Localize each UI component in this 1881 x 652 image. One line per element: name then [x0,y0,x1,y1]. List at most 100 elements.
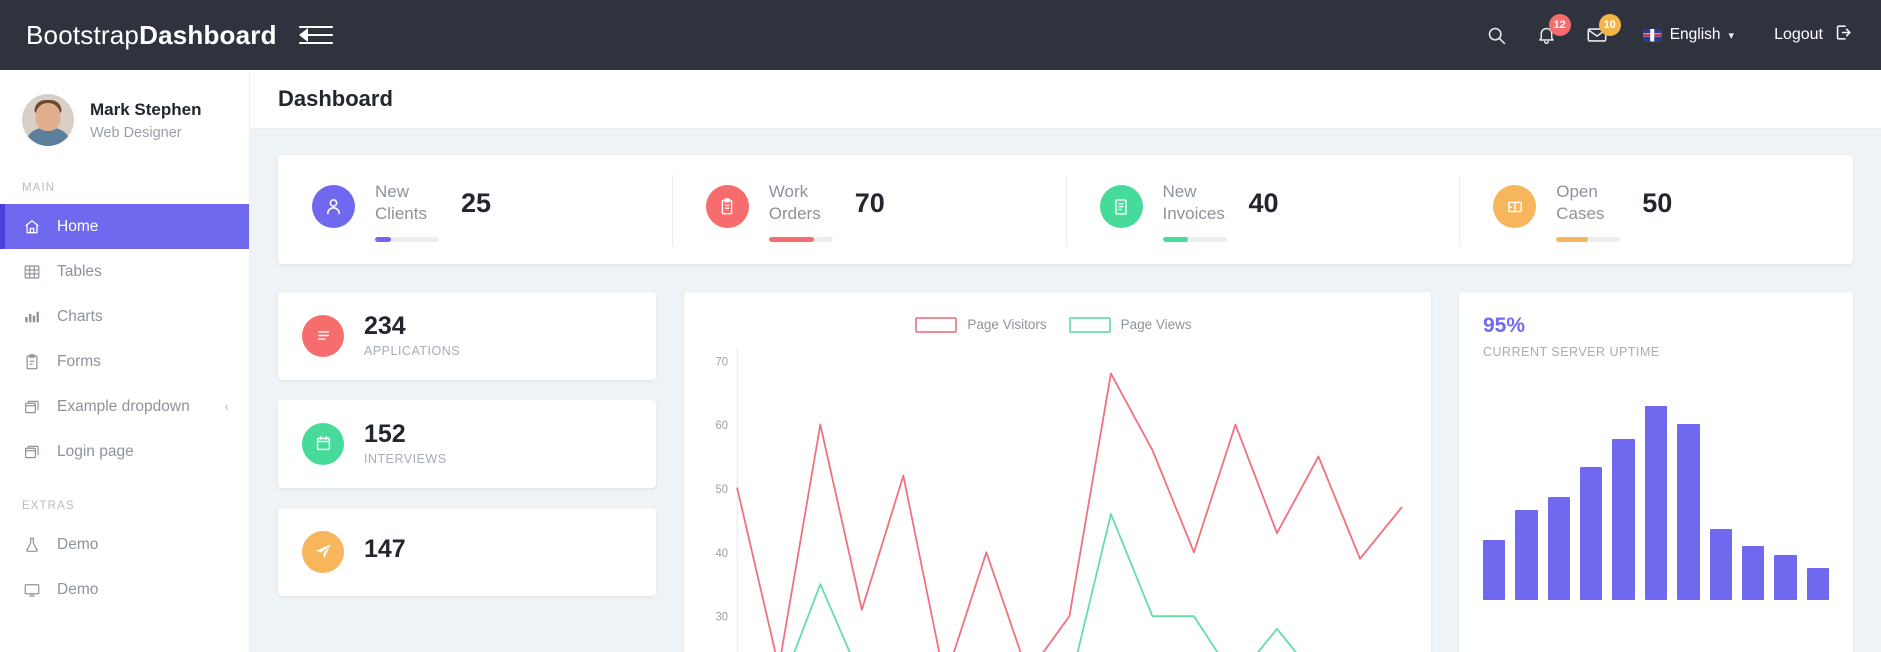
collapse-bar-2 [306,34,333,36]
stat-progress-bar [768,236,833,242]
invoice-icon [1099,185,1143,229]
stat-value: 70 [854,187,885,218]
uptime-bar [1612,438,1635,600]
legend-swatch-visitors [915,316,958,333]
sidebar-item-login-page[interactable]: Login page [0,429,249,474]
sidebar-item-home[interactable]: Home [0,204,249,249]
profile-role: Web Designer [90,124,182,141]
avatar [22,94,74,146]
clipboard-list-icon [705,185,749,229]
search-icon[interactable] [1485,23,1509,47]
sidebar-item-tables[interactable]: Tables [0,249,249,294]
stat-label: Open Cases [1556,182,1605,224]
legend-label: Page Visitors [967,317,1047,333]
paper-plane-icon [302,530,344,573]
uptime-bar [1741,546,1765,600]
legend-item-page-visitors[interactable]: Page Visitors [915,316,1047,333]
svg-text:70: 70 [715,355,727,368]
bell-icon[interactable]: 12 [1535,14,1571,47]
mini-card-interviews[interactable]: 152 INTERVIEWS [278,399,656,488]
language-label: English [1669,26,1721,43]
legend-item-page-views[interactable]: Page Views [1068,316,1192,333]
mini-card-applications[interactable]: 234 APPLICATIONS [278,291,656,380]
uptime-bar [1806,567,1829,600]
user-icon [312,185,355,229]
uptime-bar [1709,528,1732,600]
chevron-left-icon: ‹ [224,399,229,414]
bar-chart-icon [22,307,41,326]
sidebar-section-main-title: MAIN [22,182,56,194]
sidebar-item-example-dropdown[interactable]: Example dropdown ‹ [0,384,249,429]
svg-text:30: 30 [715,610,727,623]
collapse-bar-3 [298,42,333,44]
case-folder-icon [1493,185,1537,229]
uptime-bar [1580,466,1603,600]
sidebar-item-label: Example dropdown [57,397,190,415]
dashboard-content: New Clients 25 Work Orders 70 New Invoic… [250,129,1881,652]
stat-new-clients[interactable]: New Clients 25 [278,181,672,242]
brand-logo-bold: Dashboard [139,19,277,50]
sidebar-item-label: Tables [57,262,102,280]
stat-value: 25 [461,187,492,218]
mini-card-value: 147 [364,535,406,564]
sidebar-item-charts[interactable]: Charts [0,294,249,339]
stat-open-cases[interactable]: Open Cases 50 [1459,175,1853,246]
uptime-bar [1644,406,1668,600]
stat-label: New Clients [375,182,427,224]
logout-icon [1834,23,1853,47]
sidebar-item-label: Home [57,217,99,235]
uptime-column: 95% CURRENT SERVER UPTIME [1459,291,1853,652]
brand-logo-light: Bootstrap [26,19,140,50]
sidebar-item-demo-monitor[interactable]: Demo [0,567,249,612]
sidebar-item-label: Charts [57,307,103,325]
dashboard-lower-row: 234 APPLICATIONS 152 INTERVIEWS 147 Page… [278,291,1853,652]
stat-new-invoices[interactable]: New Invoices 40 [1065,175,1460,246]
monitor-icon [22,580,41,599]
line-chart-column: Page Visitors Page Views 30 40 50 60 70 [684,291,1431,652]
uptime-bar [1677,423,1700,600]
main-area: Dashboard New Clients 25 Work Orders 70 … [250,70,1881,652]
line-chart-plot: 30 40 50 60 70 [698,340,1409,652]
legend-swatch-views [1068,316,1111,333]
stat-progress-bar [1556,236,1621,242]
chevron-down-icon: ▾ [1728,29,1735,42]
language-selector[interactable]: English ▾ [1642,26,1735,44]
legend-label: Page Views [1120,317,1192,333]
sidebar: Mark Stephen Web Designer MAIN Home Tabl… [0,70,250,652]
stat-value: 40 [1248,187,1279,218]
stat-progress-bar [1162,236,1227,242]
uptime-caption: CURRENT SERVER UPTIME [1483,344,1660,359]
sidebar-item-label: Demo [57,580,99,598]
uptime-bar [1483,539,1506,600]
sidebar-profile[interactable]: Mark Stephen Web Designer [0,70,249,168]
brand-logo[interactable]: BootstrapDashboard [26,20,277,51]
sidebar-item-label: Demo [57,535,99,553]
mini-cards-column: 234 APPLICATIONS 152 INTERVIEWS 147 [278,291,656,652]
svg-text:50: 50 [715,482,727,495]
uptime-bar [1547,496,1571,600]
mini-card-sent[interactable]: 147 [278,507,656,596]
clipboard-icon [22,352,41,371]
profile-name: Mark Stephen [90,100,202,120]
sidebar-item-forms[interactable]: Forms [0,339,249,384]
svg-text:60: 60 [715,419,727,432]
stats-summary-card: New Clients 25 Work Orders 70 New Invoic… [278,155,1853,264]
uptime-bar-chart [1483,385,1829,600]
menu-collapse-icon[interactable] [298,22,333,48]
svg-text:40: 40 [715,546,727,559]
collapse-arrow-head [298,28,308,42]
sidebar-item-label: Forms [57,352,101,370]
logout-label: Logout [1774,26,1823,43]
mini-card-value: 234 [364,312,406,341]
navbar-actions: 12 10 English ▾ Logout [1485,14,1853,47]
flask-icon [22,535,41,554]
envelope-icon[interactable]: 10 [1585,14,1621,47]
stat-work-orders[interactable]: Work Orders 70 [671,175,1066,246]
chart-legend: Page Visitors Page Views [698,310,1409,340]
mini-card-caption: INTERVIEWS [364,452,447,467]
sidebar-item-demo-flask[interactable]: Demo [0,522,249,567]
page-header: Dashboard [250,70,1881,130]
logout-button[interactable]: Logout [1774,23,1853,47]
messages-badge: 10 [1598,14,1621,36]
stat-value: 50 [1642,187,1673,218]
